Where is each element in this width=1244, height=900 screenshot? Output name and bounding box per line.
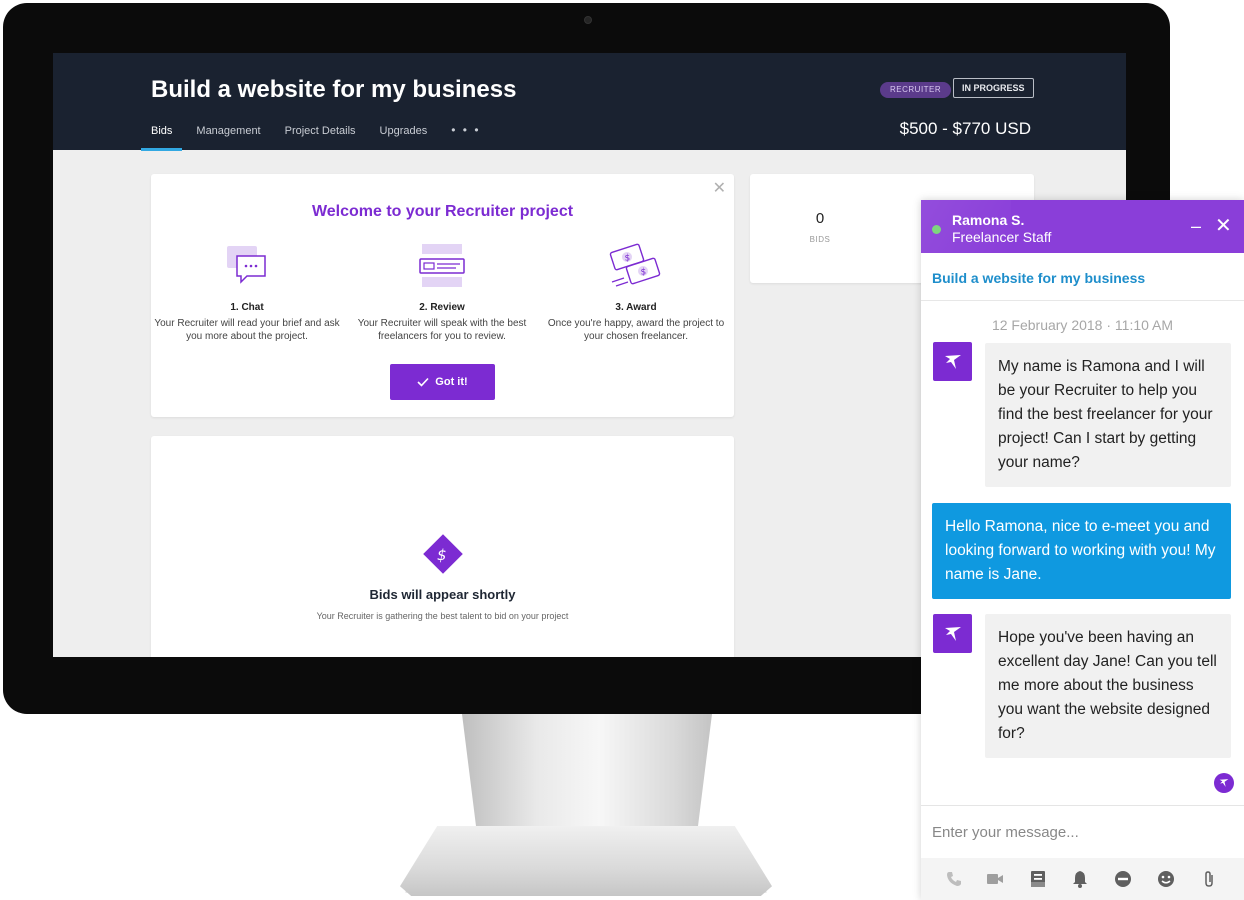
more-tabs-button[interactable]: • • • (451, 123, 480, 151)
bid-count: 0 (815, 210, 825, 227)
chat-project-link[interactable]: Build a website for my business (921, 253, 1244, 301)
step-award: $ $ 3. Award Once you're happy, award th… (541, 240, 731, 343)
close-chat-button[interactable]: ✕ (1215, 213, 1232, 238)
step-description: Once you're happy, award the project to … (547, 318, 725, 342)
tab-management[interactable]: Management (196, 125, 260, 151)
step-description: Your Recruiter will speak with the best … (357, 318, 527, 342)
svg-text:$: $ (641, 268, 647, 278)
recruiter-badge: RECRUITER (880, 82, 952, 98)
check-icon (417, 377, 429, 387)
bird-logo-icon (944, 354, 961, 369)
agent-avatar (933, 614, 972, 653)
camera-dot (584, 16, 592, 24)
tab-project-details[interactable]: Project Details (285, 125, 356, 151)
chat-window: Ramona S. Freelancer Staff – ✕ Build a w… (921, 200, 1244, 900)
file-icon[interactable] (1027, 868, 1049, 890)
monitor-base (400, 826, 772, 896)
step-title: 2. Review (419, 302, 465, 313)
stage: Build a website for my business RECRUITE… (0, 0, 1244, 900)
bid-count-label: BIDS (809, 235, 831, 244)
bird-logo-icon (944, 626, 961, 641)
message-timestamp: 12 February 2018 · 11:10 AM (991, 317, 1174, 333)
project-tabs: Bids Management Project Details Upgrades… (140, 123, 481, 151)
chat-header: Ramona S. Freelancer Staff – ✕ (921, 200, 1244, 253)
money-icon: $ $ (541, 240, 731, 292)
page-title: Build a website for my business (151, 76, 517, 103)
chat-bubble-icon (152, 240, 342, 292)
emoji-icon[interactable] (1155, 868, 1177, 890)
chat-project-title: Build a website for my business (932, 270, 1146, 286)
agent-message: My name is Ramona and I will be your Rec… (985, 343, 1231, 487)
bids-card: $ Bids will appear shortly Your Recruite… (151, 436, 734, 657)
message-input[interactable] (921, 805, 1244, 858)
project-header: Build a website for my business RECRUITE… (53, 53, 1126, 151)
monitor-stand (462, 714, 712, 834)
bids-heading: Bids will appear shortly (369, 587, 516, 602)
got-it-label: Got it! (435, 376, 468, 388)
phone-icon[interactable] (943, 868, 965, 890)
got-it-button[interactable]: Got it! (390, 364, 495, 400)
step-description: Your Recruiter will read your brief and … (154, 318, 340, 342)
svg-text:$: $ (625, 254, 631, 264)
tab-upgrades[interactable]: Upgrades (380, 125, 428, 151)
online-status-icon (932, 225, 941, 234)
attach-icon[interactable] (1198, 868, 1220, 890)
agent-avatar (933, 342, 972, 381)
status-badge: IN PROGRESS (953, 78, 1034, 98)
agent-name: Ramona S. (952, 212, 1025, 228)
user-message: Hello Ramona, nice to e-meet you and loo… (932, 503, 1231, 599)
bids-diamond-icon: $ (423, 534, 463, 579)
budget-range: $500 - $770 USD (899, 119, 1031, 138)
step-review: 2. Review Your Recruiter will speak with… (347, 240, 537, 343)
step-title: 3. Award (615, 302, 657, 313)
review-list-icon (347, 240, 537, 292)
step-title: 1. Chat (230, 302, 264, 313)
read-receipt-icon (1214, 773, 1234, 793)
welcome-title: Welcome to your Recruiter project (311, 203, 574, 220)
agent-message: Hope you've been having an excellent day… (985, 614, 1231, 758)
chat-toolbar (921, 858, 1244, 900)
video-icon[interactable] (984, 868, 1006, 890)
tab-bids[interactable]: Bids (140, 125, 184, 151)
close-icon[interactable]: ✕ (713, 178, 726, 198)
bids-subtext: Your Recruiter is gathering the best tal… (316, 611, 569, 621)
welcome-card: ✕ Welcome to your Recruiter project 1. C… (151, 174, 734, 417)
minimize-button[interactable]: – (1191, 216, 1201, 237)
agent-role: Freelancer Staff (952, 229, 1052, 245)
bell-icon[interactable] (1069, 868, 1091, 890)
step-chat: 1. Chat Your Recruiter will read your br… (152, 240, 342, 343)
block-icon[interactable] (1112, 868, 1134, 890)
svg-text:$: $ (437, 546, 447, 564)
